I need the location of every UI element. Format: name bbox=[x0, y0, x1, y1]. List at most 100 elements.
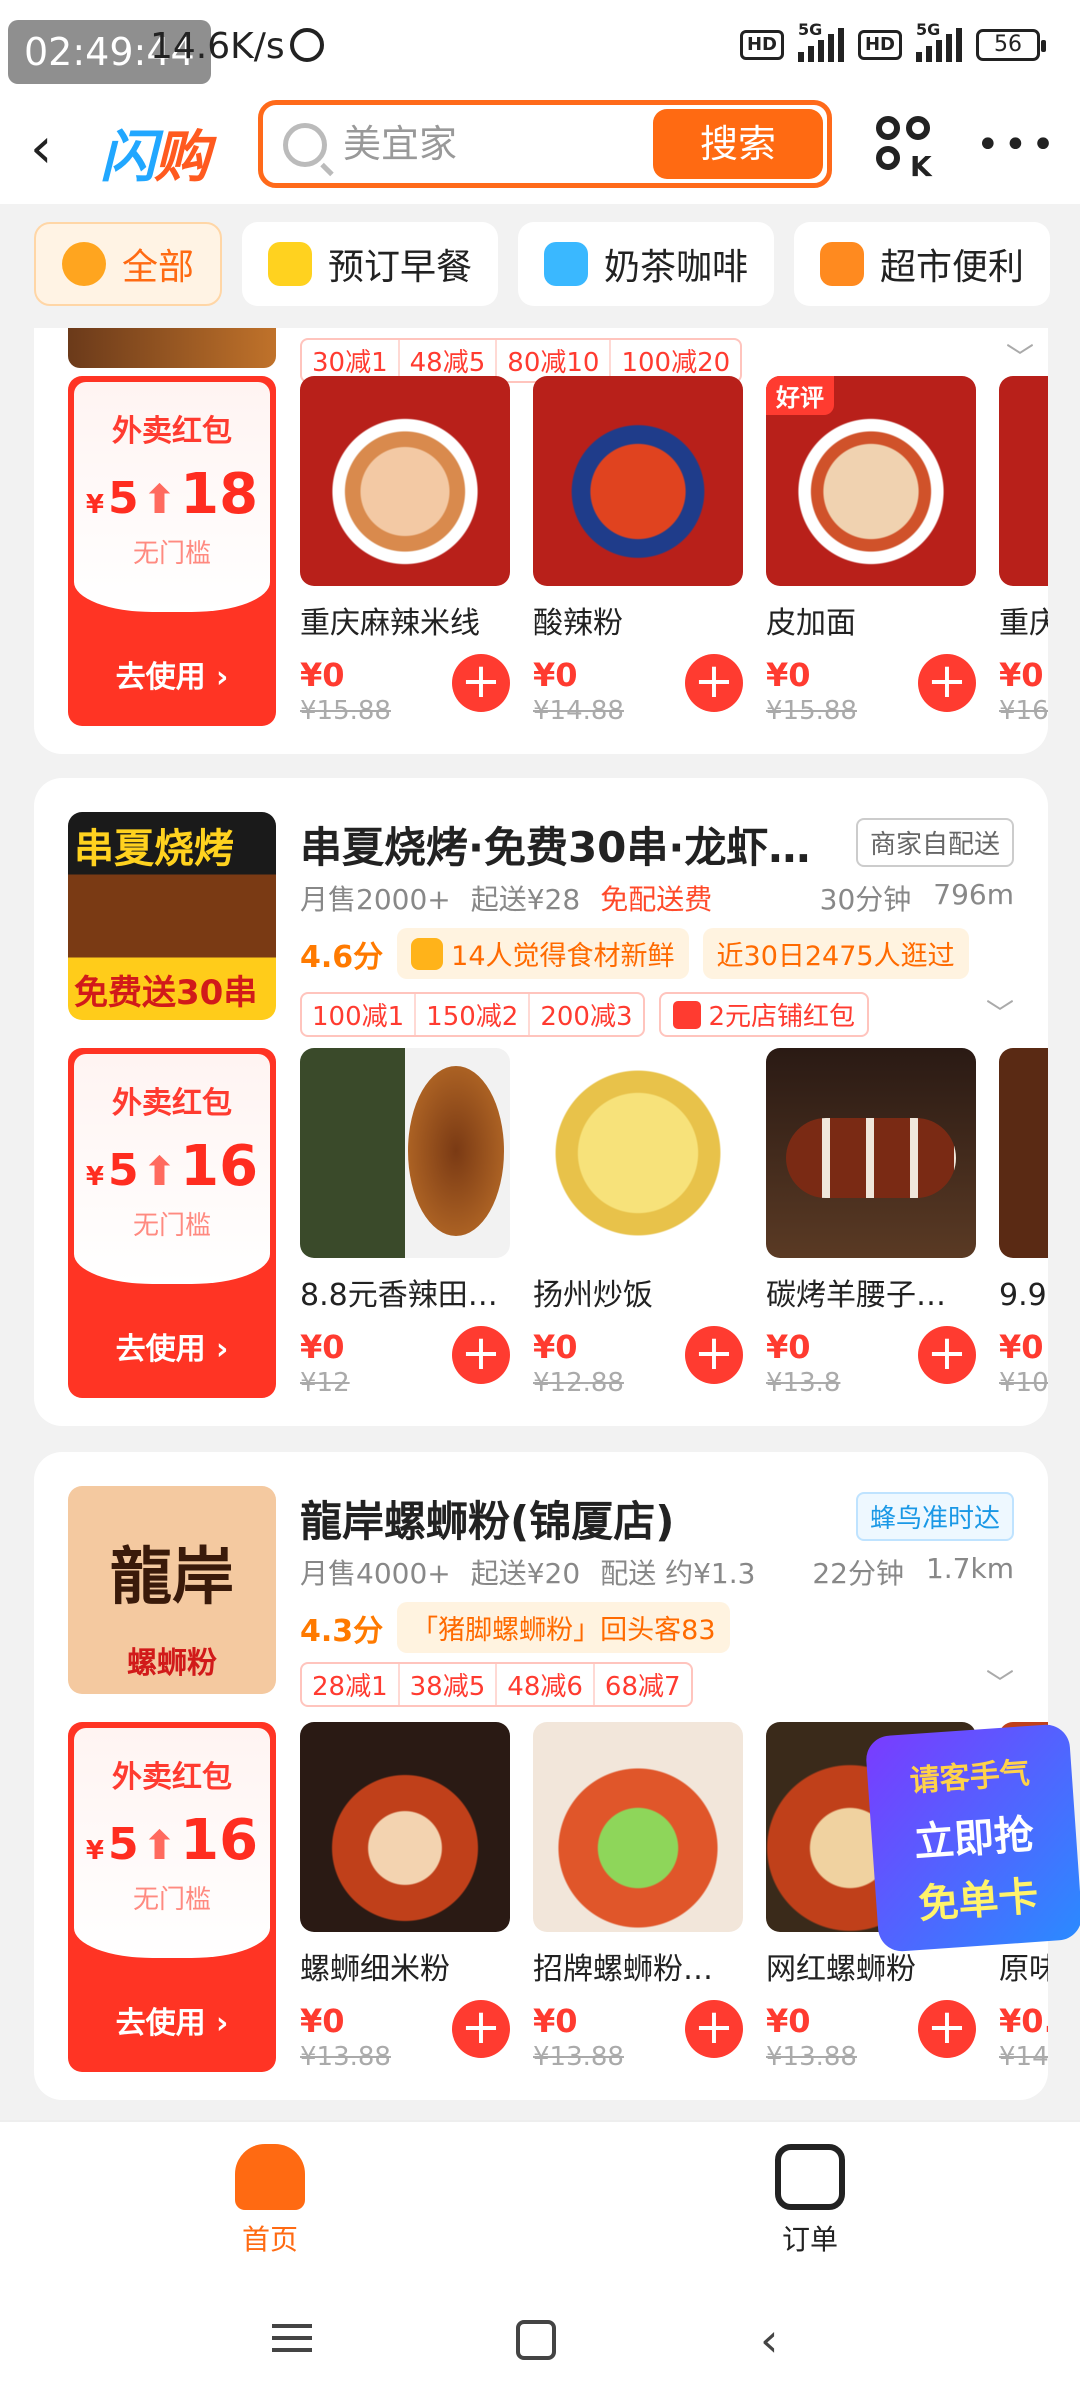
more-icon[interactable]: ••• bbox=[976, 125, 1059, 165]
tab-tea-coffee[interactable]: 奶茶咖啡 bbox=[518, 222, 775, 306]
redpacket-coupon[interactable]: 外卖红包 ¥5 ⬆ 16 无门槛 去使用 › bbox=[68, 1048, 276, 1398]
use-coupon-button[interactable]: 去使用 › bbox=[68, 652, 276, 696]
battery-icon: 56 bbox=[976, 29, 1046, 61]
menu-icon[interactable] bbox=[272, 2316, 320, 2364]
dish-item[interactable]: 好评 皮加面 ¥0 ¥15.88 + bbox=[766, 376, 976, 726]
dish-item[interactable]: 重庆 ¥0 ¥16 bbox=[999, 376, 1048, 726]
add-to-cart-button[interactable]: + bbox=[685, 654, 743, 712]
breakfast-icon bbox=[268, 242, 313, 286]
alarm-icon bbox=[290, 28, 324, 62]
back-icon[interactable]: ‹ bbox=[30, 121, 84, 177]
dish-price: ¥0 bbox=[999, 656, 1044, 694]
dish-name: 网红螺蛳粉 bbox=[766, 1952, 916, 1987]
coupon-amount: ¥5 ⬆ 18 bbox=[85, 462, 259, 527]
redpacket-coupon[interactable]: 外卖红包 ¥5 ⬆ 18 无门槛 去使用 › bbox=[68, 376, 276, 726]
use-coupon-button[interactable]: 去使用 › bbox=[68, 1324, 276, 1368]
status-icons: HD 5G HD 5G 56 bbox=[739, 20, 1046, 62]
promo-line: 立即抢 bbox=[912, 1811, 1036, 1867]
app-logo: 闪购 bbox=[100, 125, 210, 190]
coupon-amount: ¥5 ⬆ 16 bbox=[85, 1808, 259, 1873]
visits-tag: 近30日2475人逛过 bbox=[702, 928, 969, 979]
add-to-cart-button[interactable]: + bbox=[452, 654, 510, 712]
store-highlights: 4.3分 「猪脚螺蛳粉」回头客83 bbox=[300, 1602, 730, 1653]
add-to-cart-button[interactable]: + bbox=[452, 1326, 510, 1384]
store-meta: 月售2000+ 起送¥28 免配送费 bbox=[300, 883, 713, 916]
network-speed: 14.6K/s bbox=[150, 26, 285, 67]
dish-image bbox=[999, 1048, 1048, 1258]
dish-item[interactable]: 扬州炒饭 ¥0 ¥12.88 + bbox=[533, 1048, 743, 1398]
header: ‹ 闪购 搜索 K ••• bbox=[0, 96, 1080, 204]
add-to-cart-button[interactable]: + bbox=[918, 1326, 976, 1384]
dish-image bbox=[999, 376, 1048, 586]
shop-icon bbox=[820, 242, 865, 286]
add-to-cart-button[interactable]: + bbox=[918, 2000, 976, 2058]
hd-icon: HD bbox=[857, 30, 902, 60]
dish-original-price: ¥10 bbox=[999, 1368, 1048, 1398]
dish-image: 好评 bbox=[766, 376, 976, 586]
highlight-tag: 14人觉得食材新鲜 bbox=[397, 928, 689, 979]
chevron-down-icon[interactable]: ﹀ bbox=[986, 992, 1014, 1032]
dish-image bbox=[300, 1722, 510, 1932]
dish-image bbox=[533, 1048, 743, 1258]
free-order-promo[interactable]: 请客手气 立即抢 免单卡 bbox=[864, 1723, 1080, 1953]
chevron-down-icon[interactable]: ﹀ bbox=[1006, 336, 1034, 376]
delivery-tag: 蜂鸟准时达 bbox=[855, 1492, 1014, 1541]
store-card[interactable]: 30减1 48减5 80减10 100减20 ﹀ 外卖红包 ¥5 ⬆ 18 无门槛 去使用… bbox=[34, 328, 1048, 754]
coupon-note: 无门槛 bbox=[132, 1211, 211, 1241]
rating: 4.3分 bbox=[300, 1613, 384, 1649]
back-nav-icon[interactable]: ‹ bbox=[760, 2316, 808, 2364]
tab-breakfast[interactable]: 预订早餐 bbox=[242, 222, 499, 306]
store-logo: 龍岸 螺蛳粉 bbox=[68, 1486, 276, 1694]
add-to-cart-button[interactable]: + bbox=[685, 2000, 743, 2058]
search-icon bbox=[283, 123, 327, 167]
signal-icon: 5G bbox=[916, 20, 962, 62]
dish-item[interactable]: 9.9元 ¥0 ¥10 bbox=[999, 1048, 1048, 1398]
dish-image bbox=[533, 1722, 743, 1932]
store-logo: 串夏烧烤 免费送30串 bbox=[68, 812, 276, 1020]
add-to-cart-button[interactable]: + bbox=[918, 654, 976, 712]
system-nav: ‹ bbox=[0, 2280, 1080, 2400]
dish-item[interactable]: 招牌螺蛳粉… ¥0 ¥13.88 + bbox=[533, 1722, 743, 2072]
tab-all[interactable]: 全部 bbox=[34, 222, 223, 306]
scan-icon[interactable]: K bbox=[876, 116, 936, 183]
coupon-tags: 100减1 150减2 200减3 bbox=[300, 992, 645, 1037]
chevron-down-icon[interactable]: ﹀ bbox=[986, 1662, 1014, 1702]
dish-row: 外卖红包 ¥5 ⬆ 16 无门槛 去使用 › 8.8元香辣田… ¥0 ¥12 + 扬… bbox=[68, 1048, 1048, 1398]
dish-name: 螺蛳细米粉 bbox=[300, 1952, 450, 1987]
search-box[interactable]: 搜索 bbox=[258, 100, 832, 188]
search-button[interactable]: 搜索 bbox=[653, 109, 823, 179]
all-icon bbox=[62, 242, 106, 286]
order-icon bbox=[775, 2144, 845, 2210]
promo-line: 免单卡 bbox=[916, 1873, 1040, 1928]
dish-name: 9.9元 bbox=[999, 1278, 1048, 1313]
add-to-cart-button[interactable]: + bbox=[685, 1326, 743, 1384]
coupon-title: 外卖红包 bbox=[112, 414, 232, 449]
nav-orders[interactable]: 订单 bbox=[730, 2144, 890, 2258]
search-input[interactable] bbox=[343, 115, 603, 173]
coupon-note: 无门槛 bbox=[132, 1885, 211, 1915]
dish-item[interactable]: 螺蛳细米粉 ¥0 ¥13.88 + bbox=[300, 1722, 510, 2072]
store-card[interactable]: 串夏烧烤 免费送30串 串夏烧烤·免费30串·龙虾… 商家自配送 月售2000+… bbox=[34, 778, 1048, 1426]
dish-name: 碳烤羊腰子… bbox=[766, 1278, 946, 1313]
dish-item[interactable]: 重庆麻辣米线 ¥0 ¥15.88 + bbox=[300, 376, 510, 726]
signal-icon: 5G bbox=[797, 20, 844, 62]
add-to-cart-button[interactable]: + bbox=[452, 2000, 510, 2058]
tab-supermarket[interactable]: 超市便利 bbox=[794, 222, 1051, 306]
nav-label: 首页 bbox=[241, 2223, 298, 2256]
dish-name: 扬州炒饭 bbox=[533, 1278, 653, 1313]
home-button-icon[interactable] bbox=[516, 2320, 556, 2360]
dish-item[interactable]: 酸辣粉 ¥0 ¥14.88 + bbox=[533, 376, 743, 726]
nav-home[interactable]: 首页 bbox=[190, 2144, 350, 2258]
dish-item[interactable]: 碳烤羊腰子… ¥0 ¥13.8 + bbox=[766, 1048, 976, 1398]
highlight-tag: 「猪脚螺蛳粉」回头客83 bbox=[397, 1602, 730, 1653]
redpacket-icon bbox=[672, 1000, 701, 1029]
store-name: 龍岸螺蛳粉(锦厦店) bbox=[300, 1497, 675, 1546]
coupon-title: 外卖红包 bbox=[112, 1760, 232, 1795]
redpacket-coupon[interactable]: 外卖红包 ¥5 ⬆ 16 无门槛 去使用 › bbox=[68, 1722, 276, 2072]
rating: 4.6分 bbox=[300, 939, 384, 975]
good-review-badge: 好评 bbox=[766, 376, 834, 415]
use-coupon-button[interactable]: 去使用 › bbox=[68, 1998, 276, 2042]
dish-item[interactable]: 8.8元香辣田… ¥0 ¥12 + bbox=[300, 1048, 510, 1398]
dish-price: ¥0 bbox=[999, 1328, 1044, 1366]
hd-icon: HD bbox=[739, 30, 784, 60]
